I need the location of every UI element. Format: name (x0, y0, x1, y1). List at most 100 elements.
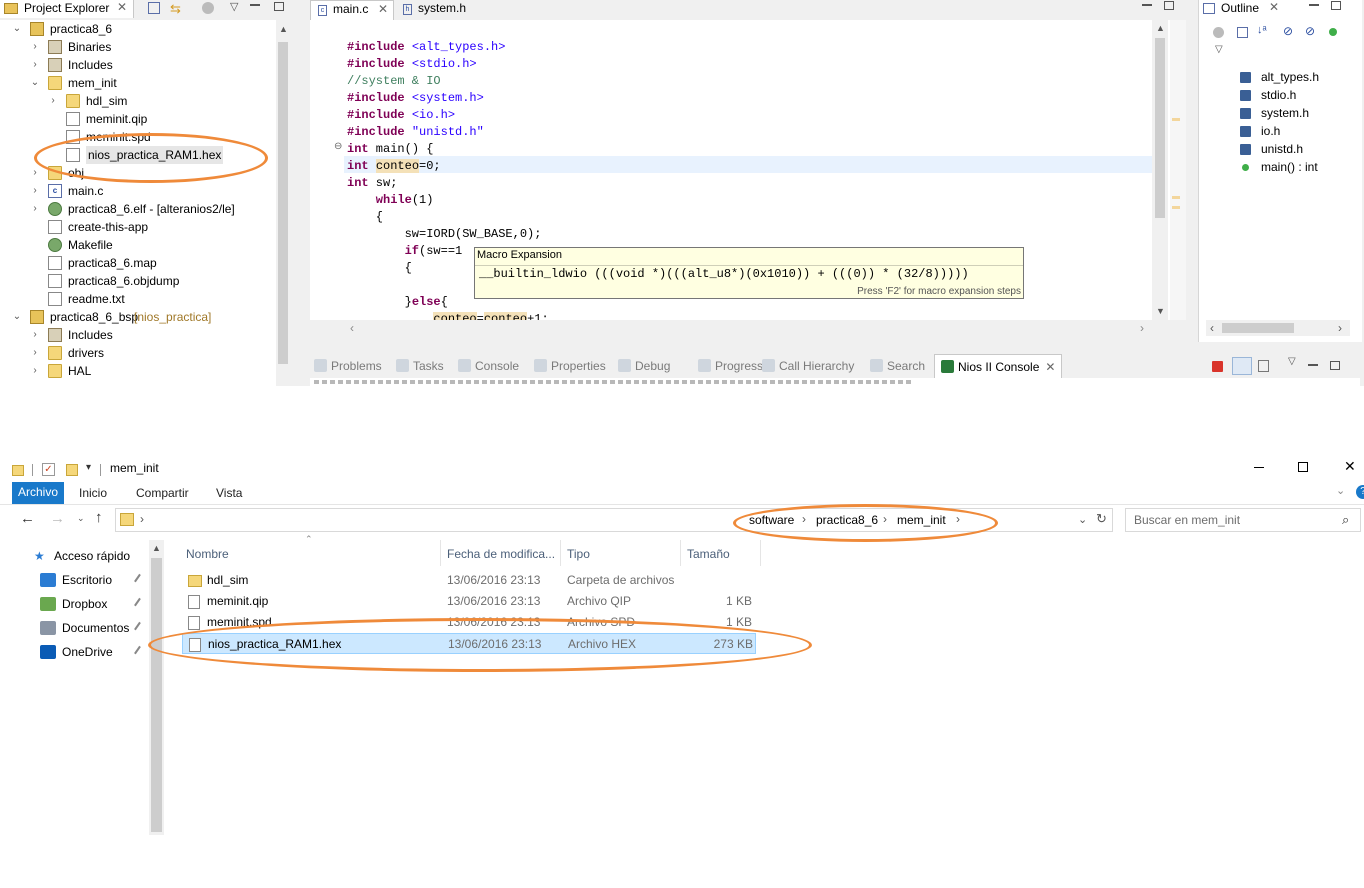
ribbon-tab-compartir[interactable]: Compartir (136, 482, 189, 504)
address-segment[interactable]: practica8_6 (816, 513, 878, 527)
fold-icon[interactable]: ⊖ (334, 141, 342, 153)
file-row[interactable]: meminit.qip 13/06/2016 23:13 Archivo QIP 1 … (182, 591, 756, 612)
chevron-right-icon[interactable]: › (956, 512, 960, 526)
help-icon[interactable]: ? (1356, 485, 1364, 499)
minimize-icon[interactable] (1254, 467, 1264, 468)
column-header-date[interactable]: Fecha de modifica... (447, 544, 557, 564)
clear-console-icon[interactable] (1258, 360, 1269, 372)
customize-qat-icon[interactable]: ▾ (86, 462, 91, 473)
chevron-right-icon[interactable]: › (30, 182, 40, 200)
close-icon[interactable]: ✕ (117, 0, 127, 14)
maximize-icon[interactable] (1164, 1, 1174, 10)
close-icon[interactable]: ✕ (1045, 360, 1055, 374)
minimize-icon[interactable] (1309, 4, 1319, 6)
view-tab[interactable]: Search (870, 358, 925, 374)
close-icon[interactable]: ✕ (378, 2, 388, 16)
tree-item[interactable]: meminit.spd (0, 128, 276, 146)
chevron-down-icon[interactable]: ⌄ (12, 308, 22, 326)
chevron-right-icon[interactable]: › (140, 512, 144, 526)
tree-item[interactable]: ⌄ mem_init (0, 74, 276, 92)
chevron-right-icon[interactable]: › (30, 362, 40, 380)
collapse-all-icon[interactable] (148, 2, 160, 14)
expand-ribbon-icon[interactable]: ⌄ (1336, 484, 1345, 497)
tree-item[interactable]: readme.txt (0, 290, 276, 308)
hide-fields-icon[interactable] (1213, 27, 1224, 38)
minimize-icon[interactable] (250, 4, 260, 6)
up-icon[interactable]: ↑ (95, 509, 103, 526)
maximize-icon[interactable] (274, 2, 284, 11)
maximize-icon[interactable] (1331, 1, 1341, 10)
view-tab[interactable]: Nios II Console ✕ (934, 354, 1063, 378)
tree-item[interactable]: Makefile (0, 236, 276, 254)
view-menu-icon[interactable]: ▽ (230, 0, 238, 13)
tree-item[interactable]: › c main.c (0, 182, 276, 200)
view-menu-icon[interactable]: ▽ (1288, 356, 1296, 367)
chevron-right-icon[interactable]: › (802, 512, 806, 526)
navigation-scrollbar[interactable]: ▲ (149, 540, 164, 835)
tree-item[interactable]: › Includes (0, 326, 276, 344)
forward-icon[interactable]: → (50, 510, 65, 527)
tree-item[interactable]: create-this-app (0, 218, 276, 236)
close-icon[interactable]: ✕ (1269, 0, 1279, 14)
outline-tab[interactable]: Outline ✕ (1199, 0, 1283, 18)
tree-item[interactable]: practica8_6.map (0, 254, 276, 272)
chevron-right-icon[interactable]: › (883, 512, 887, 526)
column-header-size[interactable]: Tamaño (687, 544, 757, 564)
chevron-down-icon[interactable]: ⌄ (12, 20, 22, 38)
address-segment[interactable]: software (749, 513, 794, 527)
address-dropdown-icon[interactable]: ⌄ (1078, 513, 1087, 526)
ribbon-file-tab[interactable]: Archivo (12, 482, 64, 504)
tree-item[interactable]: › obj (0, 164, 276, 182)
hide-static-icon[interactable]: ⊘ (1305, 24, 1315, 38)
file-row[interactable]: nios_practica_RAM1.hex 13/06/2016 23:13 Ar… (182, 633, 756, 654)
tree-item[interactable]: practica8_6.objdump (0, 272, 276, 290)
editor-scrollbar[interactable]: ▲ ▼ (1152, 20, 1168, 320)
view-tab[interactable]: Debug (618, 358, 670, 374)
file-row[interactable]: hdl_sim 13/06/2016 23:13 Carpeta de archiv… (182, 570, 756, 591)
tree-item[interactable]: › Binaries (0, 38, 276, 56)
tree-item[interactable]: meminit.qip (0, 110, 276, 128)
sort-icon[interactable]: ↓ᵃ (1257, 24, 1267, 36)
chevron-right-icon[interactable]: › (30, 164, 40, 182)
search-box[interactable]: Buscar en mem_init ⌕ (1125, 508, 1361, 532)
view-tab[interactable]: Problems (314, 358, 382, 374)
filter-icon[interactable] (202, 2, 214, 14)
chevron-right-icon[interactable]: › (30, 38, 40, 56)
view-tab[interactable]: Console (458, 358, 519, 374)
view-tab[interactable]: Progress (698, 358, 763, 374)
properties-icon[interactable]: ✓ (42, 463, 55, 476)
view-tab[interactable]: Properties (534, 358, 606, 374)
tree-item[interactable]: › HAL (0, 362, 276, 380)
new-folder-icon[interactable] (66, 464, 78, 476)
editor-hscrollbar[interactable]: ‹ › (314, 320, 1152, 336)
view-menu-icon[interactable]: ▽ (1215, 44, 1223, 55)
back-icon[interactable]: ← (20, 510, 35, 527)
tab-main-c[interactable]: c main.c ✕ (310, 0, 394, 20)
project-tree-scrollbar[interactable]: ▲ (276, 20, 290, 386)
minimize-icon[interactable] (1308, 364, 1318, 366)
tab-system-h[interactable]: h system.h (398, 0, 498, 20)
tree-item[interactable]: › Includes (0, 56, 276, 74)
refresh-icon[interactable]: ↻ (1096, 511, 1107, 527)
outline-hscrollbar[interactable]: ‹ › (1206, 320, 1350, 336)
chevron-down-icon[interactable]: ⌄ (30, 74, 40, 92)
tree-item[interactable]: › hdl_sim (0, 92, 276, 110)
chevron-right-icon[interactable]: › (30, 326, 40, 344)
chevron-right-icon[interactable]: › (30, 344, 40, 362)
file-row[interactable]: meminit.spd 13/06/2016 23:13 Archivo SPD 1 … (182, 612, 756, 633)
link-editor-icon[interactable]: ⇆ (170, 1, 181, 17)
tree-item[interactable]: nios_practica_RAM1.hex (0, 146, 276, 164)
view-tab[interactable]: Call Hierarchy (762, 358, 854, 374)
maximize-icon[interactable] (1298, 462, 1308, 472)
tree-item[interactable]: ⌄ practica8_6 (0, 20, 276, 38)
close-icon[interactable]: ✕ (1344, 458, 1356, 475)
minimize-icon[interactable] (1142, 4, 1152, 6)
ribbon-tab-inicio[interactable]: Inicio (79, 482, 107, 504)
collapse-all-icon[interactable] (1237, 27, 1248, 38)
public-member-icon[interactable] (1329, 28, 1337, 36)
ribbon-tab-vista[interactable]: Vista (216, 482, 242, 504)
chevron-right-icon[interactable]: › (48, 92, 58, 110)
search-icon[interactable]: ⌕ (1342, 512, 1349, 528)
address-segment[interactable]: mem_init (897, 513, 946, 527)
column-header-type[interactable]: Tipo (567, 544, 677, 564)
